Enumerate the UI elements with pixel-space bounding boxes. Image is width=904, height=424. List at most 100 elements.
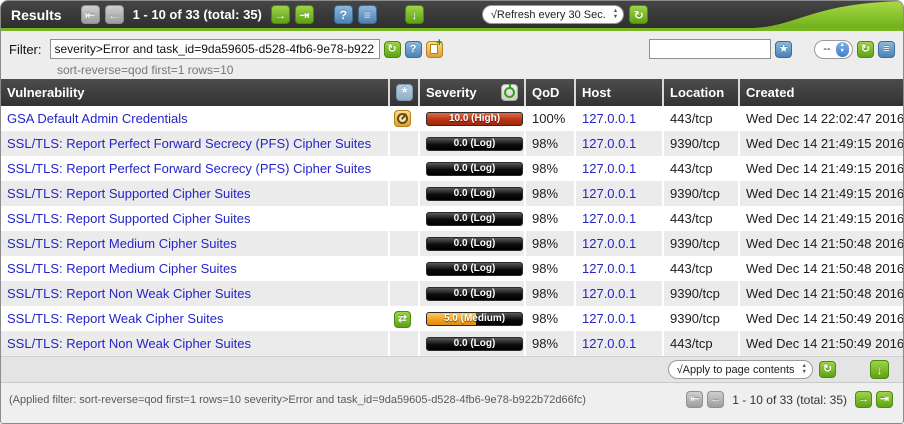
last-page-icon[interactable]: ⇥: [876, 391, 893, 408]
override-icon[interactable]: [394, 110, 411, 127]
severity-bar: 0.0 (Log): [426, 187, 523, 201]
first-page-icon[interactable]: ⇤: [81, 5, 100, 24]
host-link[interactable]: 127.0.0.1: [582, 211, 636, 226]
overrides-applied-icon[interactable]: ⇄: [394, 311, 411, 328]
vulnerability-link[interactable]: SSL/TLS: Report Perfect Forward Secrecy …: [7, 136, 371, 151]
vulnerability-link[interactable]: SSL/TLS: Report Supported Cipher Suites: [7, 186, 251, 201]
location-value: 9390/tcp: [663, 181, 739, 206]
apply-bar: √Apply to page contents ▲▼ ↻ ↓: [1, 356, 903, 382]
refresh-interval-select[interactable]: √Refresh every 30 Sec. ▲▼: [482, 5, 624, 24]
update-filter-icon[interactable]: ↻: [384, 41, 401, 58]
severity-bar: 5.0 (Medium): [426, 312, 523, 326]
table-header-row: Vulnerability * Severity QoD Host Locati…: [1, 79, 903, 106]
apply-select[interactable]: √Apply to page contents ▲▼: [668, 360, 813, 379]
location-value: 9390/tcp: [663, 231, 739, 256]
table-row: SSL/TLS: Report Weak Cipher Suites ⇄ 5.0 (…: [1, 306, 903, 331]
created-value: Wed Dec 14 21:49:15 2016: [739, 206, 903, 231]
vulnerability-link[interactable]: SSL/TLS: Report Non Weak Cipher Suites: [7, 336, 251, 351]
table-row: GSA Default Admin Credentials 10.0 (High)…: [1, 106, 903, 131]
host-link[interactable]: 127.0.0.1: [582, 336, 636, 351]
severity-bar: 0.0 (Log): [426, 137, 523, 151]
column-severity-label: Severity: [426, 85, 477, 100]
next-page-icon[interactable]: →: [271, 5, 290, 24]
host-link[interactable]: 127.0.0.1: [582, 161, 636, 176]
created-value: Wed Dec 14 21:50:49 2016: [739, 331, 903, 356]
location-value: 443/tcp: [663, 206, 739, 231]
select-stepper-icon: ▲▼: [611, 9, 620, 21]
star-icon[interactable]: ★: [775, 41, 792, 58]
host-link[interactable]: 127.0.0.1: [582, 111, 636, 126]
host-link[interactable]: 127.0.0.1: [582, 261, 636, 276]
filter-help-icon[interactable]: ?: [405, 41, 422, 58]
filter-name-input[interactable]: [649, 39, 771, 59]
created-value: Wed Dec 14 21:50:48 2016: [739, 281, 903, 306]
host-link[interactable]: 127.0.0.1: [582, 186, 636, 201]
column-host[interactable]: Host: [575, 79, 663, 106]
vulnerability-link[interactable]: SSL/TLS: Report Medium Cipher Suites: [7, 236, 237, 251]
table-row: SSL/TLS: Report Supported Cipher Suites 0…: [1, 206, 903, 231]
severity-bar: 0.0 (Log): [426, 162, 523, 176]
host-link[interactable]: 127.0.0.1: [582, 236, 636, 251]
column-qod[interactable]: QoD: [525, 79, 575, 106]
location-value: 9390/tcp: [663, 281, 739, 306]
vulnerability-link[interactable]: SSL/TLS: Report Perfect Forward Secrecy …: [7, 161, 371, 176]
created-value: Wed Dec 14 21:49:15 2016: [739, 131, 903, 156]
last-page-icon[interactable]: ⇥: [295, 5, 314, 24]
override-ring-glyph: [397, 113, 408, 124]
severity-bar: 0.0 (Log): [426, 212, 523, 226]
severity-label: 0.0 (Log): [427, 238, 522, 250]
select-stepper-icon: ▲▼: [800, 364, 809, 376]
column-created[interactable]: Created: [739, 79, 903, 106]
download-icon[interactable]: ↓: [405, 5, 424, 24]
apply-refresh-icon[interactable]: ↻: [819, 361, 836, 378]
severity-label: 10.0 (High): [427, 113, 522, 125]
host-link[interactable]: 127.0.0.1: [582, 311, 636, 326]
help-icon[interactable]: ?: [334, 5, 353, 24]
created-value: Wed Dec 14 21:49:15 2016: [739, 181, 903, 206]
severity-bar: 0.0 (Log): [426, 262, 523, 276]
qod-value: 98%: [525, 256, 575, 281]
severity-label: 0.0 (Log): [427, 263, 522, 275]
dynamic-severity-icon[interactable]: [501, 84, 518, 101]
vulnerability-link[interactable]: SSL/TLS: Report Supported Cipher Suites: [7, 211, 251, 226]
page-title: Results: [11, 7, 62, 23]
pagination-text: 1 - 10 of 33 (total: 35): [133, 7, 262, 22]
next-page-icon[interactable]: →: [855, 391, 872, 408]
column-severity[interactable]: Severity: [419, 79, 525, 106]
severity-label: 0.0 (Log): [427, 163, 522, 175]
apply-select-value: √Apply to page contents: [677, 364, 795, 376]
table-row: SSL/TLS: Report Perfect Forward Secrecy …: [1, 156, 903, 181]
saved-filter-select[interactable]: -- ▲▼: [814, 40, 853, 59]
column-vulnerability[interactable]: Vulnerability: [1, 79, 389, 106]
prev-page-icon[interactable]: ←: [105, 5, 124, 24]
table-row: SSL/TLS: Report Non Weak Cipher Suites0.…: [1, 281, 903, 306]
vulnerability-link[interactable]: SSL/TLS: Report Weak Cipher Suites: [7, 311, 224, 326]
host-link[interactable]: 127.0.0.1: [582, 136, 636, 151]
applied-filter-text: (Applied filter: sort-reverse=qod first=…: [9, 391, 586, 406]
vulnerability-link[interactable]: SSL/TLS: Report Non Weak Cipher Suites: [7, 286, 251, 301]
apply-saved-filter-icon[interactable]: ↻: [857, 41, 874, 58]
vulnerability-link[interactable]: SSL/TLS: Report Medium Cipher Suites: [7, 261, 237, 276]
column-location[interactable]: Location: [663, 79, 739, 106]
severity-label: 0.0 (Log): [427, 213, 522, 225]
host-link[interactable]: 127.0.0.1: [582, 286, 636, 301]
created-value: Wed Dec 14 21:50:48 2016: [739, 231, 903, 256]
refresh-icon[interactable]: ↻: [629, 5, 648, 24]
table-row: SSL/TLS: Report Medium Cipher Suites 0.0 …: [1, 256, 903, 281]
column-solution-type[interactable]: *: [389, 79, 419, 106]
vulnerability-link[interactable]: GSA Default Admin Credentials: [7, 111, 188, 126]
created-value: Wed Dec 14 21:50:48 2016: [739, 256, 903, 281]
edit-filters-icon[interactable]: ≡: [878, 41, 895, 58]
filter-input[interactable]: [50, 39, 380, 59]
saved-filter-value: --: [823, 43, 830, 55]
green-swoosh-decoration: [753, 1, 903, 28]
first-page-icon[interactable]: ⇤: [686, 391, 703, 408]
results-table: Vulnerability * Severity QoD Host Locati…: [1, 79, 903, 356]
list-icon[interactable]: ≡: [358, 5, 377, 24]
footer-download-icon[interactable]: ↓: [870, 360, 889, 379]
select-stepper-icon: ▲▼: [836, 42, 849, 57]
solution-type-icon: *: [396, 84, 413, 101]
results-header-bar: Results ⇤ ← 1 - 10 of 33 (total: 35) → ⇥…: [1, 1, 903, 31]
new-filter-icon[interactable]: +: [426, 41, 443, 58]
prev-page-icon[interactable]: ←: [707, 391, 724, 408]
